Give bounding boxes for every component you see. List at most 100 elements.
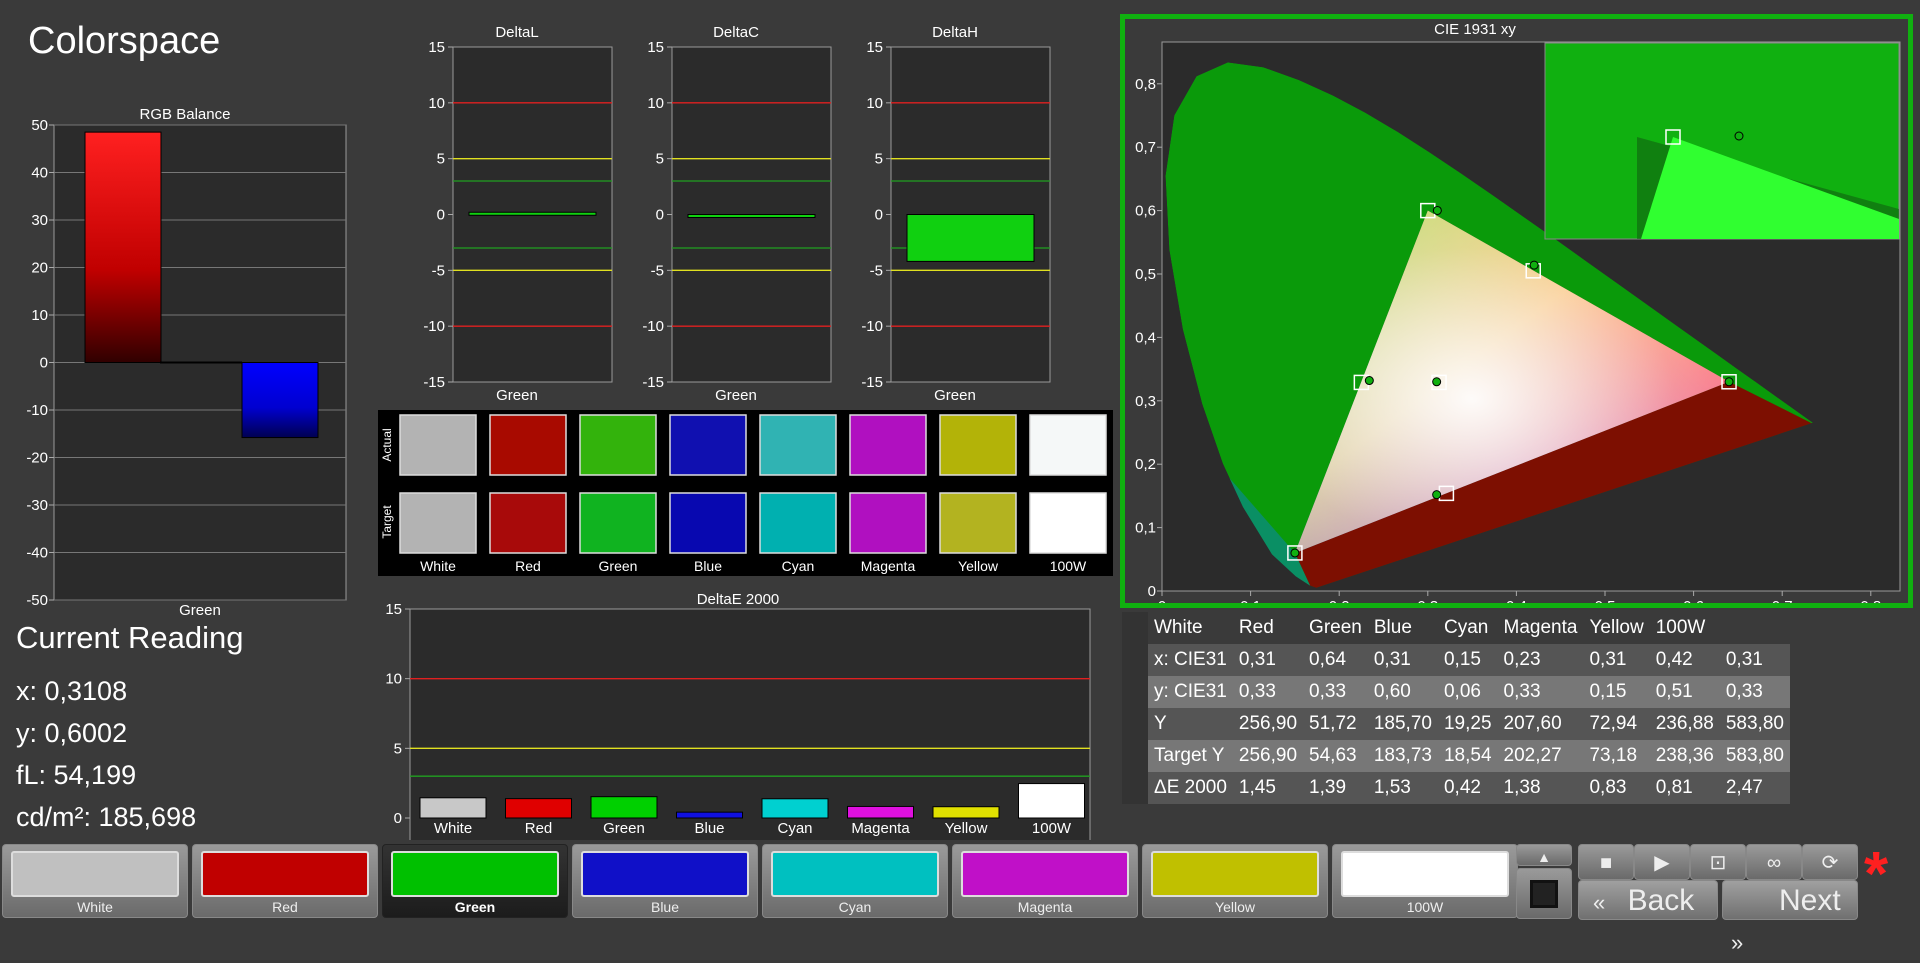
table-cell: 583,80 [1725,745,1784,766]
chevron-double-left-icon: « [1593,890,1606,915]
patch-button-magenta[interactable]: Magenta [952,844,1138,918]
table-cell: 0,64 [1309,649,1347,670]
y-tick-label: 0,4 [1135,329,1156,346]
delta-chart-deltal: DeltaL 15 10 5 0 -5 -10 -15 Green [423,24,613,402]
table-cell: 18,54 [1443,745,1492,766]
y-tick-label: 0,6 [1135,203,1156,220]
patch-label: Red [272,899,298,915]
swatch-label: Red [515,558,541,574]
swatch-label: Blue [694,558,722,574]
target-swatch-magenta [849,492,927,554]
delta-chart-xlabel: Green [934,387,976,402]
swatch-panel: Actual Target White Red Green Blue Cyan Magenta… [378,410,1113,576]
refresh-button[interactable]: ⟳ [1802,844,1858,880]
patch-label: Magenta [1017,899,1073,915]
measure-button[interactable]: ⊡ [1690,844,1746,880]
deltae-category-label: Blue [694,820,724,837]
table-cell: 256,90 [1238,713,1298,734]
table-cell: 0,42 [1443,777,1481,798]
table-header-cell: White [1154,617,1203,638]
table-header-cell: Magenta [1503,617,1578,638]
table-header-cell: Green [1309,617,1362,638]
deltae-category-label: Green [603,820,645,837]
patch-button-blue[interactable]: Blue [572,844,758,918]
back-label: Back [1627,884,1695,917]
target-swatch-yellow [939,492,1017,554]
table-cell: 0,60 [1373,681,1411,702]
delta-chart-deltah: DeltaH 15 10 5 0 -5 -10 -15 Green [861,24,1051,402]
target-swatch-red [489,492,567,554]
patch-button-100w[interactable]: 100W [1332,844,1518,918]
reading-cdm2: cd/m²: 185,698 [16,802,197,832]
y-tick-label: -15 [423,374,445,391]
patch-color [201,851,369,897]
actual-swatch-cyan [759,414,837,476]
table-header-cell: Cyan [1443,617,1489,638]
measure-icon: ⊡ [1709,852,1727,874]
swatch-grid: Actual Target White Red Green Blue Cyan Magenta… [380,414,1107,574]
table-row: y: CIE31 0,33 0,33 0,60 0,06 0,33 0,15 0,51 0,33 [1122,676,1790,708]
target-swatch-cyan [759,492,837,554]
rgb-balance-chart: RGB Balance 50 40 30 20 10 0 -10 -20 -30 -40 -50 G… [26,106,347,619]
deltae-bar-magenta [847,805,914,819]
deltae-chart: DeltaE 2000 15 10 5 0 White Red Green Blue Cyan… [385,591,1091,840]
deltae-bar-100w [1018,783,1085,819]
swatch-label: White [420,558,456,574]
table-cell: 51,72 [1309,713,1357,734]
table-cell: 0,81 [1655,777,1693,798]
delta-chart-title: DeltaH [932,24,978,41]
y-tick-label: -15 [642,374,664,391]
measured-marker [1724,377,1734,387]
inset-measured-marker [1734,131,1744,141]
table-cell: 0,33 [1238,681,1276,702]
y-tick-label: -10 [861,318,883,335]
patch-label: White [77,899,113,915]
asterisk-icon[interactable]: * [1864,840,1888,910]
stop-square-button[interactable] [1516,868,1572,919]
x-tick-label: 0 [1158,598,1166,603]
table-header-cell: Yellow [1589,617,1644,638]
play-button[interactable]: ▶ [1634,844,1690,880]
blue-bar [241,362,319,439]
actual-swatch-green [579,414,657,476]
table-header-cell: Red [1238,617,1274,638]
patch-button-cyan[interactable]: Cyan [762,844,948,918]
back-button[interactable]: « Back [1578,880,1718,920]
x-tick-label: 0,7 [1772,598,1793,603]
scroll-up-button[interactable]: ▲ [1516,844,1572,866]
deltae-bar-yellow [932,806,1000,819]
patch-button-green[interactable]: Green [382,844,568,918]
y-tick-label: -50 [26,592,48,609]
loop-button[interactable]: ∞ [1746,844,1802,880]
reading-x: x: 0,3108 [16,676,128,706]
x-tick-label: 0,4 [1506,598,1527,603]
y-tick-label: 10 [31,307,48,324]
x-tick-label: 0,2 [1329,598,1350,603]
reading-y: y: 0,6002 [16,718,128,748]
page-title: Colorspace [28,20,221,62]
measured-marker [1529,260,1539,270]
stop-button[interactable]: ■ [1578,844,1634,880]
y-tick-label: 0,2 [1135,456,1156,473]
y-tick-label: 5 [437,151,445,168]
y-tick-label: 0 [656,207,664,224]
rgb-balance-xlabel: Green [179,602,221,619]
table-row: Y 256,90 51,72 185,70 19,25 207,60 72,94 236,88… [1122,708,1790,740]
current-reading: Current Reading x: 0,3108 y: 0,6002 fL: … [16,620,243,838]
y-tick-label: 50 [31,117,48,134]
y-tick-label: 0,5 [1135,266,1156,283]
patch-button-yellow[interactable]: Yellow [1142,844,1328,918]
table-cell: 0,83 [1589,777,1627,798]
next-button[interactable]: Next » [1722,880,1858,955]
delta-chart-title: DeltaC [713,24,759,41]
table-cell: 0,15 [1589,681,1627,702]
patch-color [1341,851,1509,897]
patch-button-white[interactable]: White [2,844,188,918]
table-row: x: CIE31 0,31 0,64 0,31 0,15 0,23 0,31 0,42 0,31 [1122,644,1790,676]
actual-swatch-white [399,414,477,476]
table-cell: 256,90 [1238,745,1298,766]
patch-button-red[interactable]: Red [192,844,378,918]
patch-label: Yellow [1215,899,1255,915]
patch-color [581,851,749,897]
deltae-category-label: Red [525,820,553,837]
